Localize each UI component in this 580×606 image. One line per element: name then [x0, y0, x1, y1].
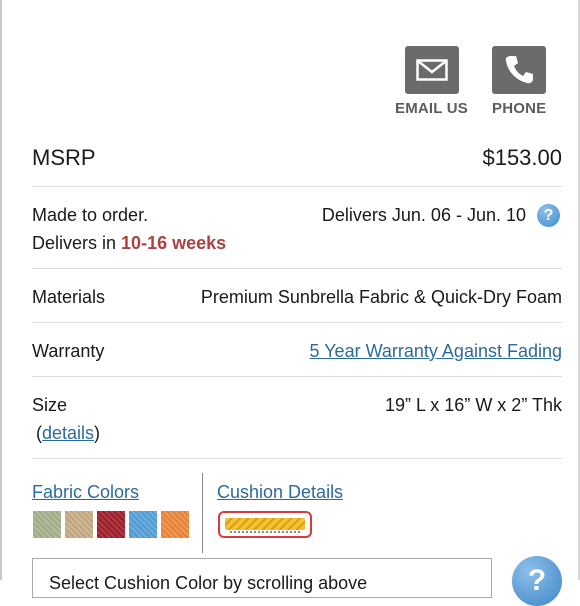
delivery-weeks: 10-16 weeks — [121, 233, 227, 253]
size-details: (details) — [36, 423, 100, 444]
delivers-in-prefix: Delivers in — [32, 233, 117, 253]
size-label: Size — [32, 395, 68, 415]
warranty-link[interactable]: 5 Year Warranty Against Fading — [310, 341, 562, 362]
phone-button[interactable]: PHONE — [492, 46, 547, 117]
email-us-label: EMAIL US — [395, 100, 468, 117]
row-divider — [32, 322, 562, 323]
row-divider — [32, 376, 562, 377]
materials-value: Premium Sunbrella Fabric & Quick-Dry Foa… — [200, 287, 562, 307]
row-divider — [32, 458, 562, 459]
cushion-details-link[interactable]: Cushion Details — [217, 482, 343, 503]
fabric-colors-link[interactable]: Fabric Colors — [32, 482, 139, 503]
envelope-icon — [404, 46, 459, 94]
help-icon[interactable]: ? — [512, 556, 562, 606]
msrp-label: MSRP — [32, 145, 96, 170]
cushion-color-select[interactable]: Select Cushion Color by scrolling above — [32, 558, 492, 598]
msrp-price: $153.00 — [482, 145, 562, 170]
size-details-link[interactable]: details — [42, 423, 94, 443]
phone-icon — [492, 46, 547, 94]
fabric-swatch-sky-blue[interactable] — [129, 511, 157, 538]
vertical-divider — [202, 473, 203, 553]
size-value: 19” L x 16” W x 2” Thk — [384, 395, 562, 415]
size-details-close-paren: ) — [94, 423, 101, 443]
made-to-order-text: Made to order. — [32, 205, 149, 225]
phone-label: PHONE — [492, 100, 547, 117]
delivers-in-text: Delivers in 10-16 weeks — [32, 233, 226, 254]
cushion-thumbnail[interactable] — [218, 511, 312, 538]
frame-border-left — [0, 0, 2, 580]
fabric-swatch-wheat[interactable] — [65, 511, 93, 538]
fabric-swatch-orange[interactable] — [161, 511, 189, 538]
materials-label: Materials — [32, 287, 106, 307]
cushion-color-select-text: Select Cushion Color by scrolling above — [49, 573, 368, 593]
row-divider — [32, 186, 562, 187]
delivery-help-icon[interactable]: ? — [537, 204, 560, 227]
cushion-stitching — [230, 531, 300, 533]
cushion-fabric-fill — [225, 518, 305, 530]
warranty-label: Warranty — [32, 341, 105, 361]
row-divider — [32, 268, 562, 269]
fabric-swatch-burgundy[interactable] — [97, 511, 125, 538]
delivery-dates: Delivers Jun. 06 - Jun. 10 — [321, 205, 526, 225]
fabric-swatch-sage[interactable] — [33, 511, 61, 538]
email-us-button[interactable]: EMAIL US — [395, 46, 468, 117]
